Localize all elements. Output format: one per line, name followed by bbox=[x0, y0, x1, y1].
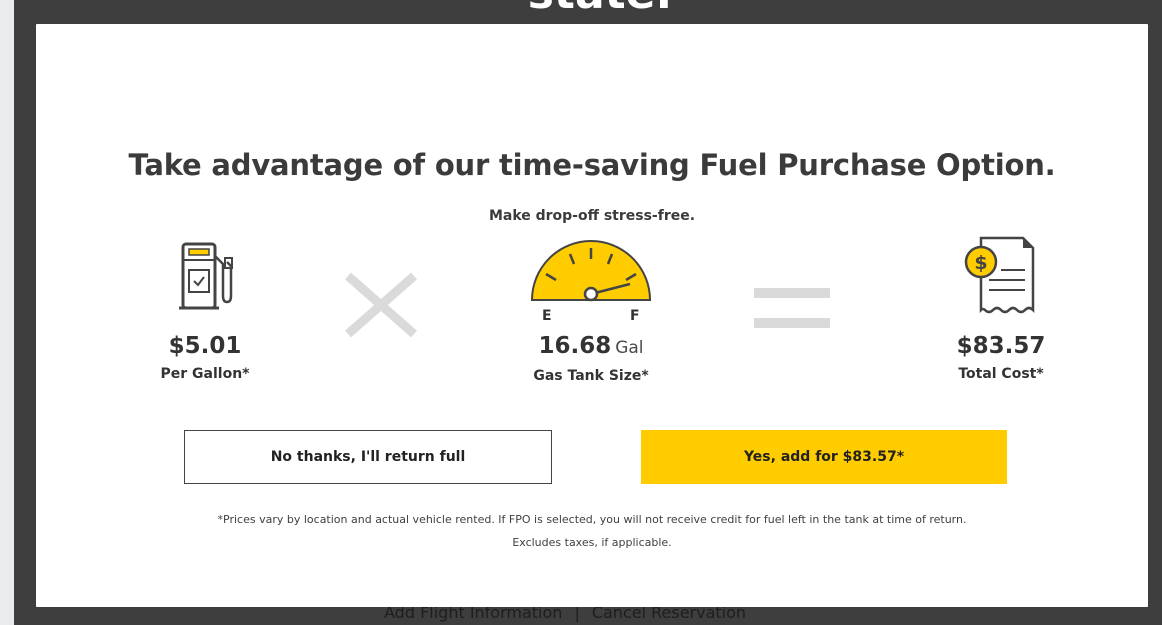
gas-tank-size: E F 16.68 Gal Gas Tank Size* bbox=[491, 234, 691, 384]
total-cost-value: $83.57 bbox=[956, 333, 1046, 359]
price-caption: Per Gallon* bbox=[160, 366, 250, 382]
backdrop-heading: state. bbox=[500, 0, 700, 16]
disclaimer-line-1: *Prices vary by location and actual vehi… bbox=[217, 513, 967, 526]
disclaimer-line-2: Excludes taxes, if applicable. bbox=[512, 536, 672, 549]
receipt-dollar-icon: $ bbox=[964, 236, 1035, 314]
pricing-disclaimer: *Prices vary by location and actual vehi… bbox=[76, 508, 1108, 554]
decline-fuel-option-button[interactable]: No thanks, I'll return full bbox=[184, 430, 552, 484]
gauge-full-label: F bbox=[630, 308, 640, 322]
fuel-purchase-option-modal: Take advantage of our time-saving Fuel P… bbox=[36, 24, 1148, 607]
tank-size-unit: Gal bbox=[615, 338, 644, 358]
gauge-empty-label: E bbox=[542, 308, 552, 322]
multiply-icon bbox=[345, 272, 417, 338]
tank-size-value: 16.68 Gal bbox=[491, 332, 691, 362]
total-cost: $ $83.57 Total Cost* bbox=[916, 234, 1086, 382]
accept-fuel-option-button[interactable]: Yes, add for $83.57* bbox=[641, 430, 1007, 484]
tank-size-caption: Gas Tank Size* bbox=[533, 368, 649, 384]
price-per-gallon: $5.01 Per Gallon* bbox=[120, 234, 290, 382]
svg-text:$: $ bbox=[974, 252, 987, 274]
equals-icon bbox=[754, 288, 830, 328]
fuel-gauge-icon: E F bbox=[530, 240, 652, 322]
gas-pump-icon bbox=[179, 242, 233, 310]
modal-subtitle: Make drop-off stress-free. bbox=[488, 208, 696, 224]
modal-title: Take advantage of our time-saving Fuel P… bbox=[128, 148, 1056, 182]
tank-size-number: 16.68 bbox=[538, 333, 612, 359]
price-value: $5.01 bbox=[168, 333, 242, 359]
page-left-edge bbox=[0, 0, 14, 625]
total-cost-caption: Total Cost* bbox=[958, 366, 1044, 382]
